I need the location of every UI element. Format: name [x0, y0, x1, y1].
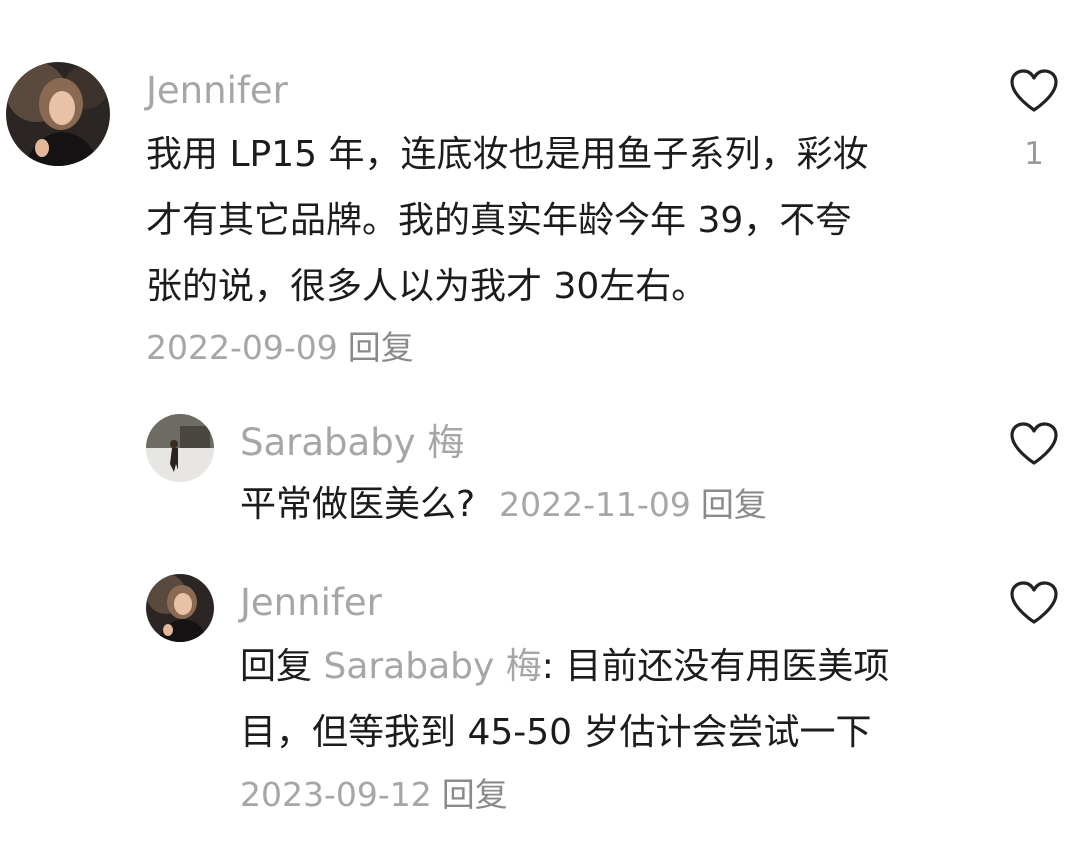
reply-button[interactable]: 回复 [348, 328, 414, 367]
reply-text: 平常做医美么? 2022-11-09 回复 [240, 472, 767, 538]
mention-link[interactable]: Sarababy 梅 [323, 646, 541, 687]
reply-text-line: 回复 Sarababy 梅: 目前还没有用医美项 [240, 634, 889, 700]
avatar-image [146, 414, 214, 482]
comment-text: 我用 LP15 年，连底妆也是用鱼子系列，彩妆 才有其它品牌。我的真实年龄今年 … [146, 122, 868, 320]
reply-meta: 2023-09-12 回复 [240, 778, 508, 811]
heart-outline-icon[interactable] [1008, 421, 1060, 467]
reply-username[interactable]: Jennifer [240, 584, 382, 621]
reply-date: 2023-09-12 [240, 775, 432, 814]
comment-date: 2022-09-09 [146, 328, 338, 367]
avatar[interactable] [6, 62, 110, 166]
like-count: 1 [1024, 136, 1044, 172]
reply-username[interactable]: Sarababy 梅 [240, 424, 464, 461]
reply-button[interactable]: 回复 [442, 775, 508, 814]
reply-text: 回复 Sarababy 梅: 目前还没有用医美项 目，但等我到 45-50 岁估… [240, 634, 889, 766]
avatar-image [146, 574, 214, 642]
reply-prefix: 回复 [240, 646, 313, 687]
comment-text-line: 张的说，很多人以为我才 30左右。 [146, 266, 708, 307]
comment-meta: 2022-09-09 回复 [146, 331, 414, 364]
avatar[interactable] [146, 414, 214, 482]
comment-text-line: 才有其它品牌。我的真实年龄今年 39，不夸 [146, 200, 852, 241]
reply-button[interactable]: 回复 [701, 485, 767, 524]
reply-meta: 2022-11-09 回复 [499, 485, 767, 524]
heart-outline-icon[interactable] [1008, 580, 1060, 626]
reply-text-line: 目，但等我到 45-50 岁估计会尝试一下 [240, 712, 872, 753]
avatar[interactable] [146, 574, 214, 642]
reply-date: 2022-11-09 [499, 485, 691, 524]
reply-content: : 目前还没有用医美项 [541, 646, 890, 687]
avatar-image [6, 62, 110, 166]
heart-outline-icon[interactable] [1008, 68, 1060, 114]
reply-content: 平常做医美么? [240, 484, 476, 525]
comment-username[interactable]: Jennifer [146, 72, 288, 109]
comment-text-line: 我用 LP15 年，连底妆也是用鱼子系列，彩妆 [146, 134, 869, 175]
